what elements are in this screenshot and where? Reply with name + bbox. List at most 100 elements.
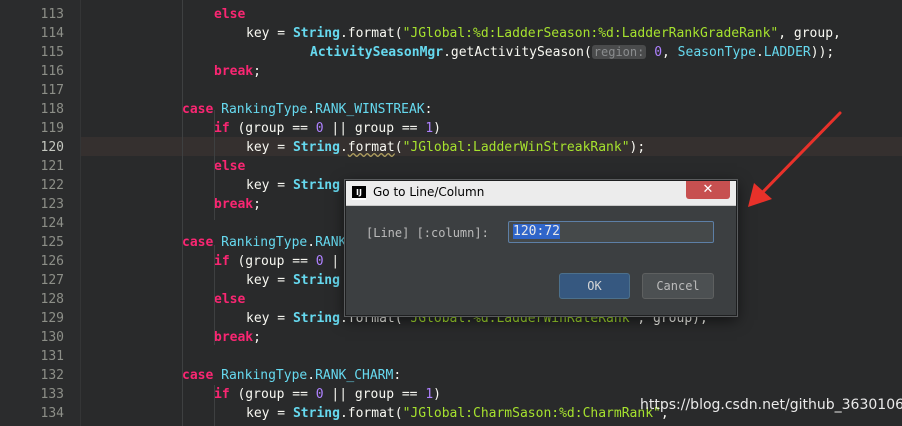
line-number: 114 xyxy=(40,26,64,41)
code-token: case xyxy=(182,235,222,250)
line-number: 127 xyxy=(40,273,64,288)
line-number: 133 xyxy=(40,387,64,402)
code-line[interactable]: case RankingType.RANK xyxy=(182,233,346,252)
code-token: LADDER xyxy=(763,45,811,60)
code-token: else xyxy=(214,159,246,174)
line-column-label: [Line] [:column]: xyxy=(366,226,489,240)
code-token: RANK_WINSTREAK xyxy=(315,102,425,117)
code-token: String xyxy=(292,406,340,421)
code-token: SeasonType xyxy=(677,45,756,60)
indent-guide xyxy=(214,110,215,220)
code-line[interactable]: else xyxy=(214,290,245,309)
code-line[interactable]: else xyxy=(214,157,245,176)
code-token: : xyxy=(393,368,402,383)
code-token: RankingType xyxy=(221,368,308,383)
code-line[interactable]: if (group == 0 || group == 1) xyxy=(214,385,441,404)
code-token: ( xyxy=(394,140,403,155)
line-number: 118 xyxy=(40,102,64,117)
selected-input-text: 120:72 xyxy=(513,224,560,239)
code-line[interactable]: break; xyxy=(214,328,261,347)
code-token: else xyxy=(214,292,246,307)
code-line[interactable]: key = String.format("JGlobal:CharmSason:… xyxy=(246,404,669,423)
code-token: RankingType xyxy=(221,102,308,117)
dialog-titlebar[interactable]: IJ Go to Line/Column ✕ xyxy=(346,181,736,206)
dialog-title: Go to Line/Column xyxy=(373,185,485,199)
line-number: 115 xyxy=(40,45,64,60)
line-number-gutter: 113 114 115 116 117 118 119 120 121 122 123 124 125 1… xyxy=(0,0,81,426)
line-number: 134 xyxy=(40,406,64,421)
code-line[interactable]: key = String.format("JGlobal:%d:LadderSe… xyxy=(246,24,841,43)
code-token: , group, xyxy=(778,26,841,41)
code-line[interactable]: else xyxy=(214,5,245,24)
arrow-shaft xyxy=(758,111,842,197)
code-token: . xyxy=(307,235,316,250)
code-line[interactable]: ActivitySeasonMgr.getActivitySeason(regi… xyxy=(310,43,834,62)
code-token: ); xyxy=(629,140,646,155)
line-number: 116 xyxy=(40,64,64,79)
line-number: 129 xyxy=(40,311,64,326)
ok-button[interactable]: OK xyxy=(559,273,630,299)
code-token: String xyxy=(292,311,340,326)
code-token: . xyxy=(307,368,316,383)
code-token: 0 xyxy=(654,45,663,60)
parameter-hint: region: xyxy=(591,45,647,59)
line-number: 130 xyxy=(40,330,64,345)
code-token: . xyxy=(307,102,316,117)
code-line[interactable]: if (group == 0 | xyxy=(214,252,339,271)
goto-line-dialog: IJ Go to Line/Column ✕ [Line] [:column]:… xyxy=(345,180,737,316)
line-number: 122 xyxy=(40,178,64,193)
code-token: key = xyxy=(246,406,293,421)
code-token: ; xyxy=(253,197,261,212)
indent-guide xyxy=(214,385,215,426)
code-line[interactable]: case RankingType.RANK_WINSTREAK: xyxy=(182,100,432,119)
code-line[interactable]: key = String xyxy=(246,271,340,290)
line-number: 128 xyxy=(40,292,64,307)
code-token: ActivitySeasonMgr xyxy=(310,45,444,60)
code-token: . xyxy=(339,140,348,155)
code-token: , xyxy=(662,45,678,60)
code-token: if xyxy=(214,387,238,402)
code-token: String xyxy=(292,273,340,288)
line-number: 132 xyxy=(40,368,64,383)
code-token: String xyxy=(292,26,340,41)
code-token: RANK xyxy=(315,235,347,250)
line-number: 119 xyxy=(40,121,64,136)
code-token: key = xyxy=(246,140,293,155)
code-line[interactable]: case RankingType.RANK_CHARM: xyxy=(182,366,401,385)
code-token: (group == xyxy=(237,254,316,269)
code-line[interactable]: if (group == 0 || group == 1) xyxy=(214,119,441,138)
code-token: )); xyxy=(810,45,835,60)
close-button[interactable]: ✕ xyxy=(686,181,730,199)
line-number: 123 xyxy=(40,197,64,212)
code-token: if xyxy=(214,254,238,269)
code-token: ; xyxy=(253,330,261,345)
code-token: | xyxy=(323,254,340,269)
code-line[interactable]: break; xyxy=(214,62,261,81)
code-token: String xyxy=(292,140,340,155)
code-token: else xyxy=(214,7,246,22)
code-line[interactable]: key = String xyxy=(246,176,340,195)
intellij-app-icon: IJ xyxy=(352,186,366,200)
code-token: : xyxy=(424,102,433,117)
code-token: String xyxy=(292,178,340,193)
code-token: case xyxy=(182,102,222,117)
code-token: RankingType xyxy=(221,235,308,250)
code-token: break xyxy=(214,330,254,345)
code-token: 0 xyxy=(315,121,324,136)
line-number: 125 xyxy=(40,235,64,250)
code-line[interactable]: key = String.format("JGlobal:LadderWinSt… xyxy=(246,138,645,157)
red-arrow-annotation xyxy=(748,111,842,207)
code-token: "JGlobal:CharmSason:%d:CharmRank" xyxy=(402,406,661,421)
code-line[interactable]: break; xyxy=(214,195,261,214)
code-token: 0 xyxy=(315,387,324,402)
code-token: .format( xyxy=(339,26,403,41)
code-token: ) xyxy=(433,387,441,402)
line-number: 126 xyxy=(40,254,64,269)
cancel-button[interactable]: Cancel xyxy=(642,273,714,299)
code-token: key = xyxy=(246,311,293,326)
code-token: (group == xyxy=(237,121,316,136)
line-column-input[interactable]: 120:72 xyxy=(508,221,714,243)
code-token: if xyxy=(214,121,238,136)
code-token: break xyxy=(214,64,254,79)
